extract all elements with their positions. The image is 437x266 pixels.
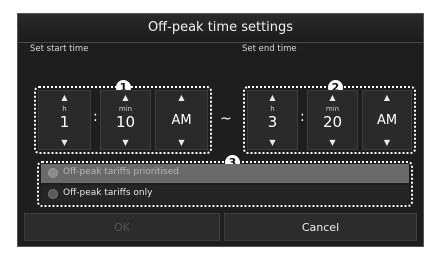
- up-arrow-icon[interactable]: ▲: [156, 94, 207, 102]
- option-label: Off-peak tariffs prioritised: [63, 167, 179, 177]
- cancel-button[interactable]: Cancel: [224, 213, 417, 241]
- dialog-title: Off-peak time settings: [18, 14, 423, 43]
- start-ampm-value: AM: [171, 113, 192, 128]
- option-label: Off-peak tariffs only: [63, 188, 153, 198]
- end-hour-value: 3: [267, 113, 278, 131]
- down-arrow-icon[interactable]: ▼: [101, 139, 150, 147]
- down-arrow-icon[interactable]: ▼: [308, 139, 357, 147]
- option-off-peak-only[interactable]: Off-peak tariffs only: [41, 185, 409, 204]
- down-arrow-icon[interactable]: ▼: [39, 139, 90, 147]
- up-arrow-icon[interactable]: ▲: [363, 94, 411, 102]
- radio-unselected-icon[interactable]: [48, 189, 58, 199]
- up-arrow-icon[interactable]: ▲: [101, 94, 150, 102]
- end-minute-value: 20: [322, 113, 343, 131]
- down-arrow-icon[interactable]: ▼: [248, 139, 297, 147]
- end-ampm-picker[interactable]: ▲ AM ▼: [362, 90, 412, 150]
- hour-unit-label: h: [62, 105, 67, 113]
- time-separator: :: [93, 109, 98, 125]
- end-time-label: Set end time: [242, 44, 297, 54]
- start-minute-value: 10: [115, 113, 136, 131]
- ok-button[interactable]: OK: [24, 213, 220, 241]
- end-minute-picker[interactable]: ▲ min 20 ▼: [307, 90, 358, 150]
- up-arrow-icon[interactable]: ▲: [39, 94, 90, 102]
- up-arrow-icon[interactable]: ▲: [308, 94, 357, 102]
- start-hour-value: 1: [59, 113, 70, 131]
- range-separator: ~: [220, 111, 232, 127]
- option-off-peak-prioritised[interactable]: Off-peak tariffs prioritised: [41, 164, 409, 183]
- end-hour-picker[interactable]: ▲ h 3 ▼: [247, 90, 298, 150]
- minute-unit-label: min: [325, 105, 340, 113]
- minute-unit-label: min: [118, 105, 133, 113]
- up-arrow-icon[interactable]: ▲: [248, 94, 297, 102]
- hour-unit-label: h: [270, 105, 275, 113]
- radio-selected-icon[interactable]: [48, 168, 58, 178]
- start-minute-picker[interactable]: ▲ min 10 ▼: [100, 90, 151, 150]
- end-ampm-value: AM: [376, 113, 398, 128]
- start-ampm-picker[interactable]: ▲ AM ▼: [155, 90, 208, 150]
- down-arrow-icon[interactable]: ▼: [156, 139, 207, 147]
- start-hour-picker[interactable]: ▲ h 1 ▼: [38, 90, 91, 150]
- time-separator: :: [300, 109, 305, 125]
- down-arrow-icon[interactable]: ▼: [363, 139, 411, 147]
- off-peak-dialog: Off-peak time settings Set start time Se…: [17, 13, 424, 247]
- start-time-label: Set start time: [30, 44, 89, 54]
